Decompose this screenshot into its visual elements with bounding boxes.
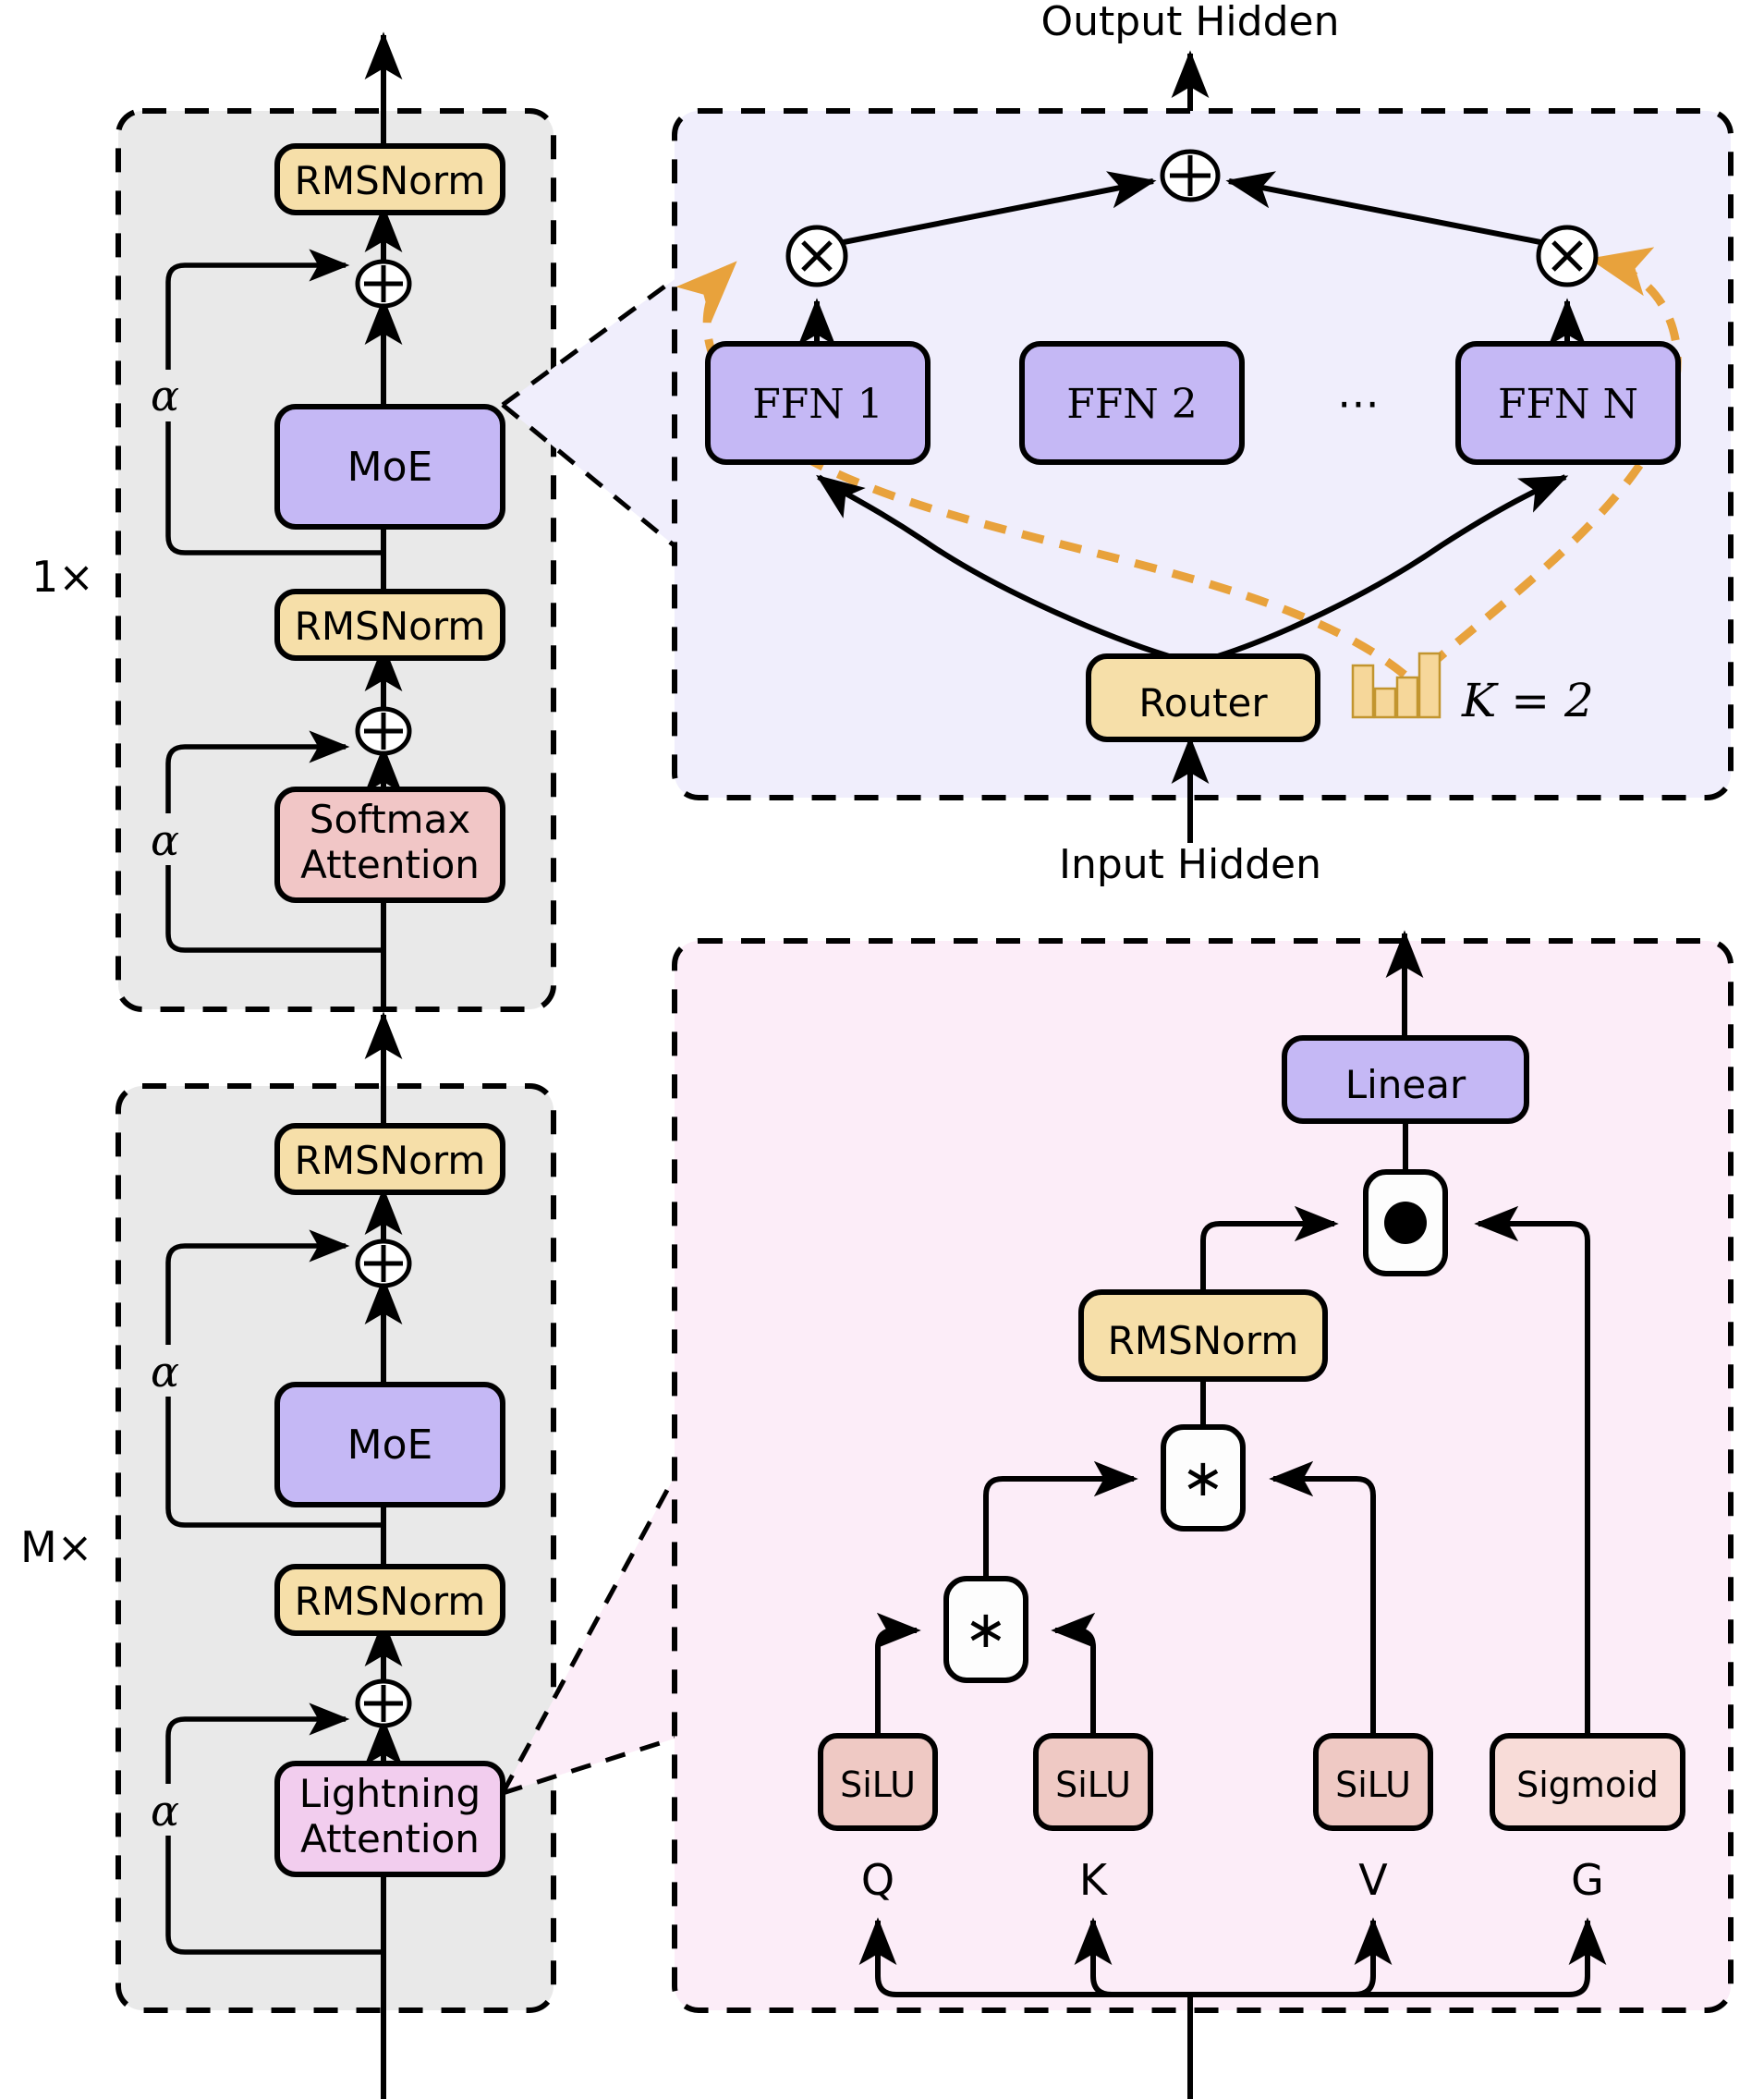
block-rmsnorm-upper-softmax[interactable]: RMSNorm bbox=[274, 143, 505, 215]
activation-silu-k-label: SiLU bbox=[1055, 1764, 1131, 1805]
activation-silu-k[interactable]: SiLU bbox=[1033, 1733, 1153, 1831]
top-k-label: K = 2 bbox=[1461, 674, 1594, 727]
architecture-diagram: 1× α α Softmax Attention RMSNorm MoE RMS… bbox=[20, 0, 1734, 2099]
op-matmul-qkv: ∗ bbox=[1161, 1424, 1246, 1532]
rmsnorm-lower-label: RMSNorm bbox=[295, 604, 486, 649]
activation-sigmoid-g-label: Sigmoid bbox=[1516, 1764, 1659, 1805]
op-hadamard-gate bbox=[1363, 1169, 1448, 1276]
expert-ffn-1[interactable]: FFN 1 bbox=[705, 341, 931, 465]
expert-ffn-n[interactable]: FFN N bbox=[1455, 341, 1681, 465]
expert-ffn-n-label: FFN N bbox=[1498, 381, 1638, 428]
lightning-attention-label-line2: Attention bbox=[300, 1816, 480, 1861]
output-hidden-label: Output Hidden bbox=[1041, 0, 1340, 45]
lightning-attention-label-line1: Lightning bbox=[299, 1771, 481, 1816]
block-rmsnorm-lower-softmax[interactable]: RMSNorm bbox=[274, 589, 505, 661]
activation-silu-q[interactable]: SiLU bbox=[818, 1733, 938, 1831]
op-matmul-qkv-symbol: ∗ bbox=[1182, 1448, 1225, 1508]
block-moe-softmax-stack[interactable]: MoE bbox=[274, 404, 505, 530]
activation-sigmoid-g[interactable]: Sigmoid bbox=[1490, 1733, 1685, 1831]
alpha-gain-moe-lightning: α bbox=[151, 1347, 179, 1397]
projection-label-q: Q bbox=[861, 1855, 894, 1905]
alpha-gain-lightning-attn: α bbox=[151, 1786, 179, 1836]
op-matmul-qk: ∗ bbox=[943, 1576, 1028, 1683]
expert-combine-sum-node bbox=[1160, 149, 1221, 202]
sum-node-softmax bbox=[355, 706, 412, 756]
rmsnorm-lower-label-lightning: RMSNorm bbox=[295, 1579, 486, 1624]
projection-label-k: K bbox=[1079, 1855, 1109, 1905]
alpha-gain-moe: α bbox=[151, 371, 179, 421]
softmax-attention-label-line1: Softmax bbox=[310, 797, 470, 842]
sum-node-lightning bbox=[355, 1678, 412, 1728]
block-rmsnorm-lower-lightning[interactable]: RMSNorm bbox=[274, 1564, 505, 1636]
op-matmul-qk-symbol: ∗ bbox=[965, 1600, 1008, 1660]
projection-label-v: V bbox=[1358, 1855, 1388, 1905]
activation-silu-q-label: SiLU bbox=[840, 1764, 916, 1805]
block-softmax-attention[interactable]: Softmax Attention bbox=[274, 787, 505, 903]
block-rmsnorm-upper-lightning[interactable]: RMSNorm bbox=[274, 1123, 505, 1195]
rmsnorm-inner-label: RMSNorm bbox=[1108, 1318, 1299, 1363]
softmax-attention-label-line2: Attention bbox=[300, 842, 480, 887]
projection-label-g: G bbox=[1571, 1855, 1604, 1905]
block-linear-output-proj[interactable]: Linear bbox=[1282, 1035, 1529, 1124]
alpha-gain-softmax-attn: α bbox=[151, 815, 179, 865]
activation-silu-v-label: SiLU bbox=[1335, 1764, 1411, 1805]
expert-ffn-2-label: FFN 2 bbox=[1066, 381, 1198, 428]
block-lightning-attention[interactable]: Lightning Attention bbox=[274, 1761, 505, 1877]
block-moe-lightning-stack[interactable]: MoE bbox=[274, 1382, 505, 1507]
gate-multiply-expert-1 bbox=[785, 225, 848, 287]
block-rmsnorm-lightning-inner[interactable]: RMSNorm bbox=[1078, 1289, 1328, 1382]
moe-label: MoE bbox=[347, 444, 433, 491]
lightning-stack-repeat-label: M× bbox=[20, 1522, 92, 1572]
input-hidden-label: Input Hidden bbox=[1059, 841, 1321, 888]
gate-multiply-expert-n bbox=[1536, 225, 1599, 287]
hadamard-dot-icon bbox=[1384, 1202, 1427, 1244]
expert-ffn-1-label: FFN 1 bbox=[752, 381, 883, 428]
linear-label: Linear bbox=[1345, 1062, 1466, 1107]
sum-node-moe bbox=[355, 259, 412, 309]
expert-ffn-2[interactable]: FFN 2 bbox=[1019, 341, 1245, 465]
moe-label-lightning: MoE bbox=[347, 1422, 433, 1469]
experts-ellipsis: ⋯ bbox=[1337, 378, 1380, 428]
activation-silu-v[interactable]: SiLU bbox=[1313, 1733, 1433, 1831]
softmax-stack-repeat-label: 1× bbox=[31, 552, 94, 602]
router-block[interactable]: Router bbox=[1086, 653, 1320, 742]
router-label: Router bbox=[1138, 680, 1268, 726]
rmsnorm-upper-label: RMSNorm bbox=[295, 158, 486, 203]
rmsnorm-upper-label-lightning: RMSNorm bbox=[295, 1138, 486, 1183]
sum-node-moe-lightning bbox=[355, 1239, 412, 1288]
